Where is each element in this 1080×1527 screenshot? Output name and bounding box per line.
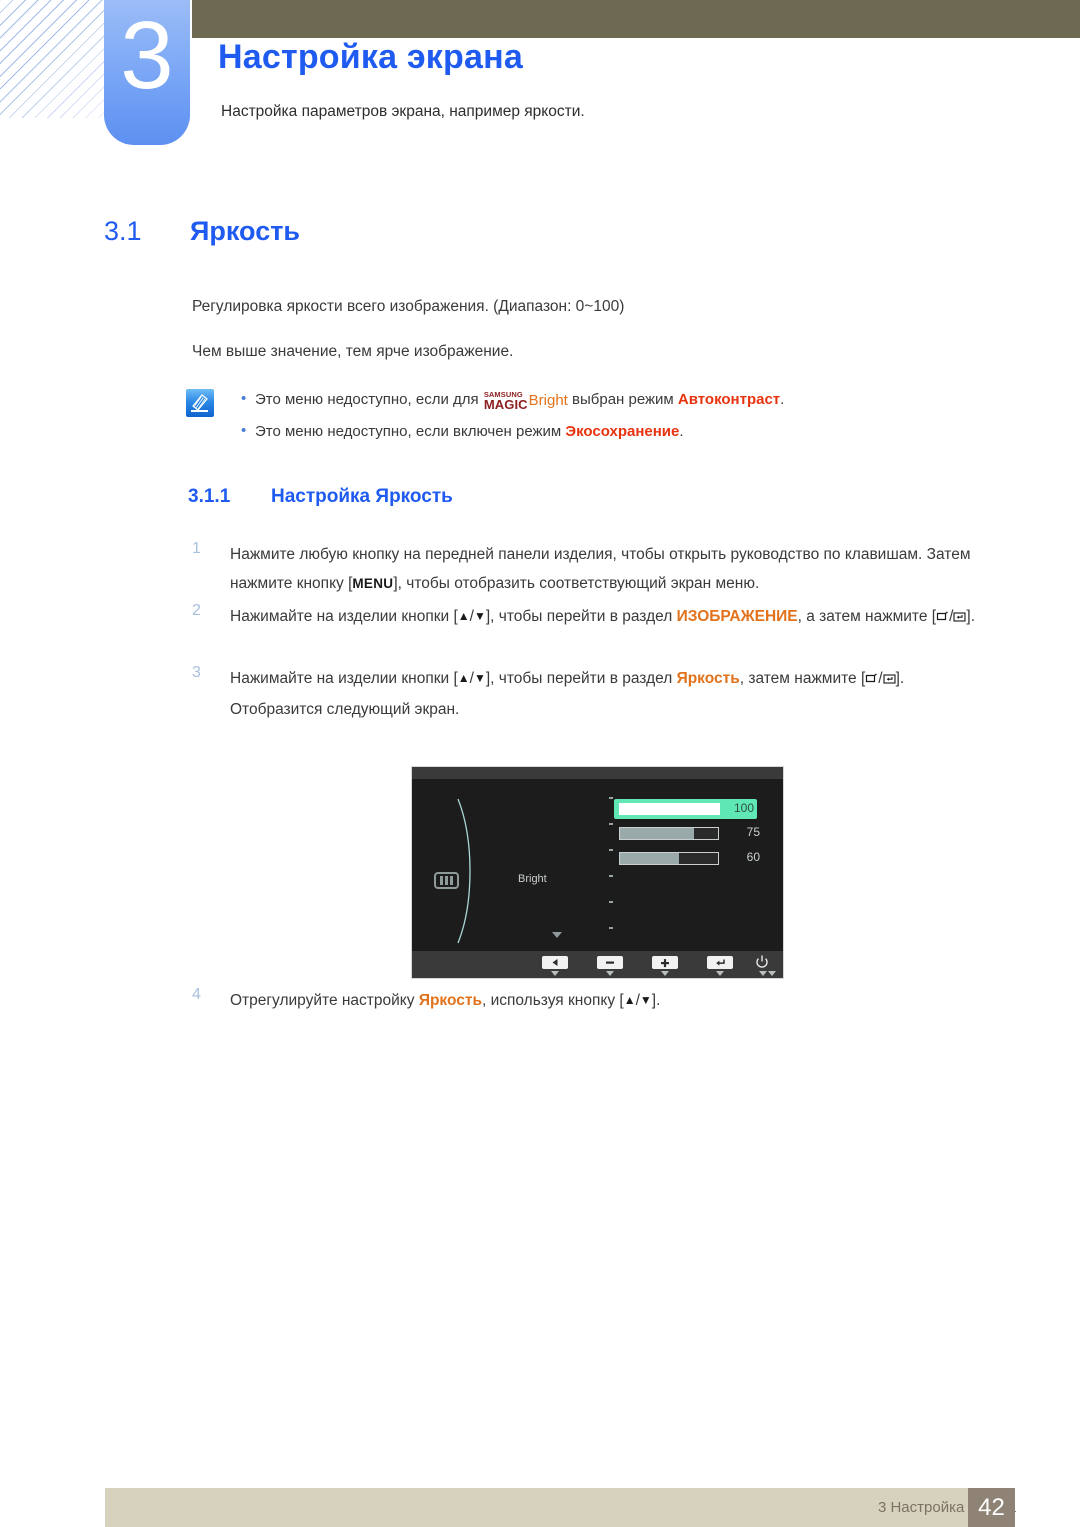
note-line-1-mid: выбран режим: [567, 391, 678, 408]
step-text-part1: Нажимайте на изделии кнопки [: [230, 670, 458, 687]
button-marker: [606, 971, 614, 976]
chapter-title: Настройка экрана: [218, 38, 523, 76]
step-text: Отрегулируйте настройку Яркость, использ…: [230, 986, 1002, 1015]
enter-key-icon: [953, 604, 966, 633]
step-text-part4: ].: [966, 608, 976, 625]
osd-slider-track: [619, 827, 719, 840]
step-text-part1: Нажимайте на изделии кнопки [: [230, 608, 458, 625]
step-extra-text: Отобразится следующий экран.: [230, 701, 460, 718]
arrow-down-icon: ▼: [473, 671, 486, 685]
note-line-2: • Это меню недоступно, если включен режим…: [241, 422, 684, 440]
osd-screenshot: Bright 100 75 60: [411, 766, 784, 979]
step-text-part2: ], чтобы перейти в раздел: [485, 608, 677, 625]
osd-top-bar: [412, 767, 783, 779]
note-line-1: • Это меню недоступно, если для SAMSUNG MA…: [241, 390, 784, 411]
note-line-2-end: .: [679, 423, 684, 440]
arrow-down-icon: ▼: [473, 609, 486, 623]
step-item: 1 Нажмите любую кнопку на передней панел…: [192, 540, 1002, 598]
osd-slider-fill: [620, 828, 694, 839]
page-number: 42: [978, 1493, 1005, 1521]
osd-slider-value: 75: [746, 825, 760, 839]
osd-body: Bright 100 75 60: [412, 779, 783, 952]
step-item: 2 Нажимайте на изделии кнопки [▲/▼], что…: [192, 602, 1002, 633]
step-text-part2: , используя кнопку [: [481, 992, 624, 1009]
left-arrow-icon[interactable]: [542, 956, 568, 969]
menu-key-label: MENU: [352, 576, 394, 591]
section-heading: 3.1 Яркость: [104, 216, 300, 247]
step-number: 1: [192, 540, 201, 557]
button-marker: [661, 971, 669, 976]
note-line-1-highlight: Автоконтраст: [677, 391, 781, 408]
chapter-number: 3: [120, 2, 174, 109]
note-line-1-pre: Это меню недоступно, если для: [255, 391, 483, 408]
osd-slider-value: 60: [746, 850, 760, 864]
osd-slider-track: [619, 852, 719, 865]
button-marker: [551, 971, 559, 976]
step-text-part4: ].: [895, 670, 905, 687]
section-paragraph-2: Чем выше значение, тем ярче изображение.: [192, 343, 514, 360]
note-line-2-highlight: Экосохранение: [565, 423, 680, 440]
enter-icon[interactable]: [707, 956, 733, 969]
arrow-up-icon: ▲: [457, 671, 470, 685]
subsection-heading: 3.1.1 Настройка Яркость: [188, 486, 453, 508]
step-text-part3: , а затем нажмите [: [797, 608, 937, 625]
button-marker: [759, 971, 767, 976]
arrow-down-icon: ▼: [639, 993, 652, 1007]
osd-slider-value: 100: [733, 801, 754, 815]
button-marker: [768, 971, 776, 976]
bullet-marker: •: [241, 390, 247, 407]
note-line-2-pre: Это меню недоступно, если включен режим: [255, 423, 566, 440]
step-text-part3: , затем нажмите [: [739, 670, 866, 687]
plus-icon[interactable]: [652, 956, 678, 969]
step-text-part2: ], чтобы перейти в раздел: [485, 670, 677, 687]
osd-slider-fill: [620, 853, 679, 864]
power-icon[interactable]: [755, 955, 769, 971]
section-paragraph-1: Регулировка яркости всего изображения. (…: [192, 298, 625, 315]
subsection-number: 3.1.1: [188, 486, 231, 507]
step-number: 2: [192, 602, 201, 619]
step-text-part2: ], чтобы отобразить соответствующий экра…: [393, 575, 760, 592]
bullet-marker: •: [241, 422, 247, 439]
step-number: 4: [192, 986, 201, 1003]
osd-slider-fill: [619, 803, 720, 815]
note-pencil-icon: [186, 389, 214, 417]
source-key-icon: [865, 666, 878, 695]
osd-dot-column: [609, 797, 613, 947]
step-item: 4 Отрегулируйте настройку Яркость, испол…: [192, 986, 1002, 1015]
step-highlight: Яркость: [418, 992, 482, 1009]
step-item: 3 Нажимайте на изделии кнопки [▲/▼], что…: [192, 664, 1002, 724]
chapter-number-tab: 3: [104, 0, 190, 145]
samsung-magic-logo: SAMSUNG MAGIC: [483, 391, 529, 412]
subsection-title: Настройка Яркость: [271, 486, 453, 507]
section-title: Яркость: [190, 216, 301, 246]
minus-icon[interactable]: [597, 956, 623, 969]
step-text: Нажмите любую кнопку на передней панели …: [230, 540, 1002, 598]
chapter-subtitle: Настройка параметров экрана, например яр…: [221, 103, 585, 120]
step-text-part3: ].: [651, 992, 661, 1009]
osd-arc-decoration: [457, 798, 471, 944]
step-number: 3: [192, 664, 201, 681]
arrow-up-icon: ▲: [623, 993, 636, 1007]
osd-scroll-down-caret: [552, 932, 562, 938]
section-number: 3.1: [104, 216, 142, 246]
magic-bright-text: Bright: [528, 392, 568, 409]
step-text-part1: Отрегулируйте настройку: [230, 992, 419, 1009]
source-key-icon: [936, 604, 949, 633]
enter-key-icon: [883, 666, 896, 695]
step-highlight: ИЗОБРАЖЕНИЕ: [676, 608, 798, 625]
button-marker: [716, 971, 724, 976]
osd-menu-label: Bright: [518, 873, 547, 885]
osd-button-bar: [412, 951, 783, 978]
arrow-up-icon: ▲: [457, 609, 470, 623]
step-text: Нажимайте на изделии кнопки [▲/▼], чтобы…: [230, 664, 1002, 724]
note-line-1-end: .: [780, 391, 785, 408]
step-highlight: Яркость: [676, 670, 740, 687]
header-olive-bar: [192, 0, 1080, 38]
magic-magic-text: MAGIC: [483, 397, 528, 412]
page-number-box: 42: [968, 1488, 1015, 1527]
step-text: Нажимайте на изделии кнопки [▲/▼], чтобы…: [230, 602, 1002, 633]
